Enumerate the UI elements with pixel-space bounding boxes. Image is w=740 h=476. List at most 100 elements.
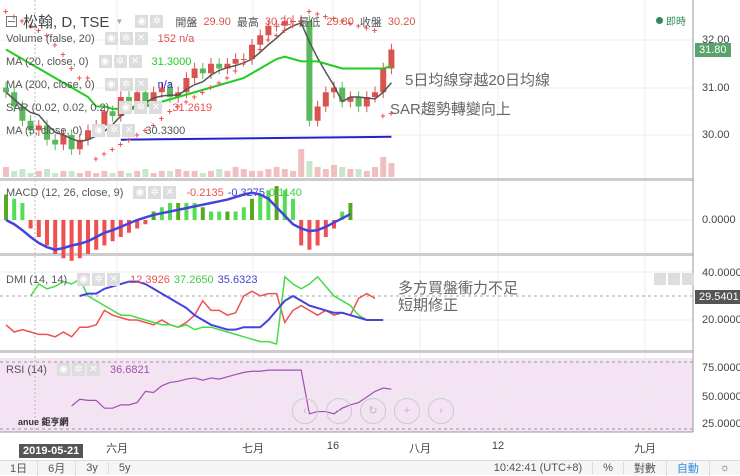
- close-icon[interactable]: ✕: [134, 32, 148, 45]
- volume-bar: [380, 157, 387, 177]
- gear-icon[interactable]: ✲: [134, 101, 148, 114]
- macd-histogram-bar: [233, 211, 238, 220]
- range-6m-button[interactable]: 6月: [38, 460, 77, 476]
- candle-body: [257, 35, 264, 45]
- volume-bar: [281, 169, 288, 177]
- volume-bar: [158, 171, 165, 177]
- macd-value-1: -0.2135: [186, 186, 224, 199]
- annotation-dmi-line2: 短期修正: [398, 297, 459, 314]
- volume-bar: [240, 169, 247, 177]
- auto-toggle[interactable]: 自動: [667, 460, 710, 476]
- dmi-minus-value: 37.2650: [173, 273, 214, 286]
- gear-icon[interactable]: ✲: [148, 186, 162, 199]
- close-value: 30.20: [387, 15, 416, 28]
- gear-icon[interactable]: ✲: [71, 363, 85, 376]
- close-icon[interactable]: ✕: [149, 101, 163, 114]
- scroll-left-icon[interactable]: ‹: [292, 398, 318, 424]
- eye-icon[interactable]: ◉: [92, 124, 106, 137]
- macd-value-3: 0.1140: [269, 186, 302, 199]
- zoom-out-icon[interactable]: −: [326, 398, 352, 424]
- current-price-tag: 31.80: [695, 43, 731, 57]
- volume-bar: [216, 169, 223, 177]
- eye-icon[interactable]: ◉: [104, 78, 118, 91]
- collapse-icon[interactable]: [6, 16, 17, 27]
- volume-bar: [52, 173, 59, 177]
- low-value: 29.80: [326, 15, 354, 28]
- gear-icon[interactable]: ✲: [150, 15, 164, 28]
- eye-icon[interactable]: ◉: [56, 363, 70, 376]
- range-3y-button[interactable]: 3y: [76, 462, 109, 474]
- macd-label[interactable]: MACD (12, 26, close, 9): [6, 187, 123, 199]
- move-down-icon[interactable]: [682, 273, 694, 285]
- volume-bar: [27, 173, 34, 177]
- dmi-axis-tick: 40.0000: [702, 267, 740, 279]
- volume-bar: [142, 169, 149, 177]
- volume-bar: [35, 171, 42, 177]
- symbol-title[interactable]: 松翰, D, TSE: [23, 11, 109, 32]
- percent-toggle[interactable]: %: [593, 462, 624, 474]
- eye-icon[interactable]: ◉: [135, 15, 149, 28]
- sar-dot: +: [200, 87, 205, 97]
- volume-bar: [167, 171, 173, 177]
- sar-dot: +: [380, 111, 385, 121]
- gear-icon[interactable]: ✲: [119, 32, 133, 45]
- gear-icon[interactable]: ✲: [113, 55, 127, 68]
- rsi-label[interactable]: RSI (14): [6, 364, 47, 376]
- volume-bar: [314, 167, 321, 177]
- eye-icon[interactable]: ◉: [104, 32, 118, 45]
- close-icon[interactable]: ✕: [128, 55, 142, 68]
- maximize-icon[interactable]: [668, 273, 680, 285]
- close-icon[interactable]: ✕: [122, 124, 136, 137]
- volume-bar: [355, 169, 362, 177]
- indicator-label[interactable]: SAR (0.02, 0.02, 0.2): [6, 102, 109, 114]
- sar-dot: +: [233, 66, 238, 76]
- eye-icon[interactable]: ◉: [133, 186, 147, 199]
- indicator-label[interactable]: MA (20, close, 0): [6, 56, 89, 68]
- gear-icon[interactable]: ✲: [119, 78, 133, 91]
- live-indicator: 即時: [656, 13, 686, 28]
- indicator-label[interactable]: MA (5, close, 0): [6, 125, 82, 137]
- volume-bar: [126, 173, 132, 177]
- macd-histogram-bar: [12, 198, 17, 220]
- close-icon[interactable]: ✕: [163, 186, 177, 199]
- reset-icon[interactable]: ↻: [360, 398, 386, 424]
- volume-bar: [199, 173, 206, 177]
- zoom-in-icon[interactable]: +: [394, 398, 420, 424]
- close-icon[interactable]: ✕: [107, 273, 121, 286]
- move-up-icon[interactable]: [654, 273, 666, 285]
- eye-icon[interactable]: ◉: [98, 55, 112, 68]
- close-icon[interactable]: ✕: [86, 363, 100, 376]
- time-tick: 七月: [242, 443, 264, 455]
- gear-icon[interactable]: ✲: [107, 124, 121, 137]
- log-toggle[interactable]: 對數: [624, 460, 667, 476]
- candle-body: [322, 92, 329, 107]
- rsi-axis-tick: 25.0000: [702, 418, 740, 430]
- candle-body: [191, 68, 198, 78]
- macd-histogram-bar: [241, 207, 246, 220]
- chevron-down-icon[interactable]: ▼: [115, 17, 123, 26]
- scroll-right-icon[interactable]: ›: [428, 398, 454, 424]
- eye-icon[interactable]: ◉: [119, 101, 133, 114]
- eye-icon[interactable]: ◉: [77, 273, 91, 286]
- macd-axis-tick: 0.0000: [702, 214, 736, 226]
- range-5y-button[interactable]: 5y: [109, 462, 141, 474]
- macd-histogram-bar: [299, 220, 304, 246]
- volume-bar: [68, 171, 75, 177]
- close-icon[interactable]: ✕: [134, 78, 148, 91]
- header-buttons: ◉ ✲: [135, 15, 164, 28]
- dmi-label[interactable]: DMI (14, 14): [6, 274, 67, 286]
- macd-histogram-bar: [307, 220, 312, 250]
- chart-canvas[interactable]: + + + + + +++++ ++ + + + + + + +++ + + + + + + +++ +++ + + + ++ + +…: [0, 0, 740, 460]
- settings-icon[interactable]: ☼: [710, 462, 740, 474]
- range-1d-button[interactable]: 1日: [0, 460, 39, 476]
- volume-bar: [339, 167, 346, 177]
- sar-dot: +: [208, 83, 213, 93]
- gear-icon[interactable]: ✲: [92, 273, 106, 286]
- indicator-label[interactable]: MA (200, close, 0): [6, 79, 95, 91]
- macd-histogram-bar: [250, 198, 254, 220]
- annotation-dmi-line1: 多方買盤衝力不足: [398, 280, 519, 297]
- indicator-label[interactable]: Volume (false, 20): [6, 33, 95, 45]
- time-tick: 八月: [409, 443, 431, 455]
- volume-bar: [60, 171, 67, 177]
- candle-body: [388, 49, 395, 69]
